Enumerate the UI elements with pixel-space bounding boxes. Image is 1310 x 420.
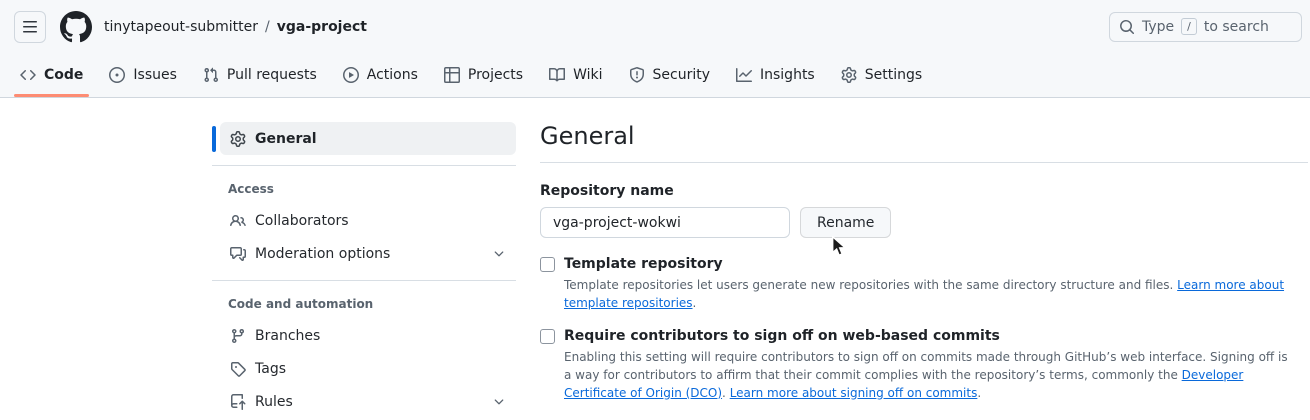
page-title: General (540, 120, 1308, 163)
description-text: . (977, 386, 981, 400)
search-placeholder-before: Type (1142, 19, 1174, 35)
github-logo[interactable] (60, 11, 92, 43)
sidebar-item-rules[interactable]: Rules (220, 385, 516, 418)
breadcrumb-owner-link[interactable]: tinytapeout-submitter (104, 19, 258, 35)
comment-discussion-icon (230, 246, 246, 262)
issue-opened-icon (109, 67, 125, 83)
tag-icon (230, 361, 246, 377)
signoff-description: Enabling this setting will require contr… (564, 349, 1291, 402)
repository-name-input[interactable] (540, 207, 790, 238)
description-text: . (693, 296, 697, 310)
breadcrumb: tinytapeout-submitter / vga-project (104, 19, 367, 35)
breadcrumb-separator: / (265, 19, 270, 35)
tab-code[interactable]: Code (7, 53, 96, 97)
search-placeholder-after: to search (1204, 19, 1269, 35)
tab-actions[interactable]: Actions (330, 53, 431, 97)
repo-push-icon (230, 394, 246, 410)
sidebar-item-general[interactable]: General (220, 122, 516, 155)
tab-settings[interactable]: Settings (828, 53, 935, 97)
repository-name-label: Repository name (540, 183, 1308, 199)
template-repository-description: Template repositories let users generate… (564, 277, 1291, 312)
sidebar-item-moderation-options[interactable]: Moderation options (220, 237, 516, 270)
repository-name-row: Rename (540, 207, 1308, 238)
global-search-input[interactable]: Type / to search (1109, 12, 1302, 42)
slash-key-hint: / (1181, 18, 1197, 35)
tab-pull-requests[interactable]: Pull requests (190, 53, 330, 97)
sidebar-section-access: Access (212, 182, 516, 196)
hamburger-menu-button[interactable] (14, 11, 46, 43)
code-icon (20, 67, 36, 83)
settings-sidebar: General Access Collaborators Moderation … (212, 122, 516, 418)
git-pull-request-icon (203, 67, 219, 83)
tab-security[interactable]: Security (616, 53, 724, 97)
play-icon (343, 67, 359, 83)
description-link[interactable]: Learn more about signing off on commits (730, 386, 978, 400)
tab-wiki[interactable]: Wiki (536, 53, 615, 97)
template-repository-setting: Template repository Template repositorie… (540, 256, 1308, 312)
shield-icon (629, 67, 645, 83)
sidebar-divider (212, 280, 516, 281)
sidebar-item-branches[interactable]: Branches (220, 319, 516, 352)
description-text: Template repositories let users generate… (564, 278, 1177, 292)
tab-projects[interactable]: Projects (431, 53, 536, 97)
sidebar-divider (212, 165, 516, 166)
search-icon (1119, 19, 1135, 35)
people-icon (230, 213, 246, 229)
gear-icon (841, 67, 857, 83)
tab-insights[interactable]: Insights (723, 53, 828, 97)
signoff-label: Require contributors to sign off on web-… (564, 328, 1308, 345)
global-bar: tinytapeout-submitter / vga-project Type… (0, 0, 1310, 53)
github-mark-icon (60, 11, 92, 43)
graph-icon (736, 67, 752, 83)
signoff-checkbox[interactable] (540, 329, 555, 344)
tab-issues[interactable]: Issues (96, 53, 190, 97)
repo-nav-tabs: Code Issues Pull requests Actions Projec… (0, 53, 1310, 97)
settings-main: General Repository name Rename Template … (540, 120, 1308, 402)
chevron-down-icon (492, 395, 506, 409)
app-header: tinytapeout-submitter / vga-project Type… (0, 0, 1310, 98)
selected-accent-bar (212, 126, 216, 152)
sidebar-item-collaborators[interactable]: Collaborators (220, 204, 516, 237)
signoff-setting: Require contributors to sign off on web-… (540, 328, 1308, 402)
template-repository-label: Template repository (564, 256, 1308, 273)
gear-icon (230, 131, 246, 147)
breadcrumb-repo-link[interactable]: vga-project (277, 19, 367, 35)
template-repository-checkbox[interactable] (540, 257, 555, 272)
rename-button[interactable]: Rename (800, 207, 891, 238)
sidebar-section-code-automation: Code and automation (212, 297, 516, 311)
description-text: Enabling this setting will require contr… (564, 350, 1288, 382)
sidebar-item-tags[interactable]: Tags (220, 352, 516, 385)
three-bars-icon (22, 19, 38, 35)
description-text: . (722, 386, 730, 400)
table-icon (444, 67, 460, 83)
git-branch-icon (230, 328, 246, 344)
book-icon (549, 67, 565, 83)
chevron-down-icon (492, 247, 506, 261)
